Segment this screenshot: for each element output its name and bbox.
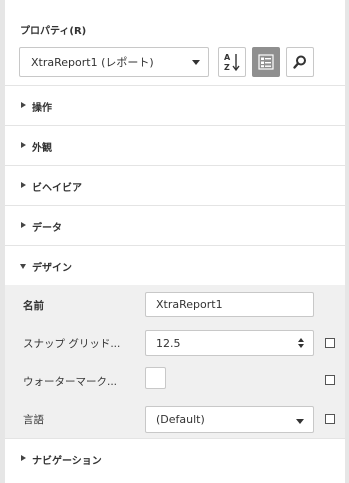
category-navigation[interactable]: ナビゲーション (5, 438, 345, 478)
sort-az-icon: A Z (224, 53, 240, 72)
caret-right-icon (21, 142, 26, 148)
search-icon (293, 55, 306, 69)
category-label: 外観 (32, 143, 52, 154)
report-selector[interactable]: XtraReport1 (レポート) (19, 47, 209, 77)
spin-down-icon[interactable] (298, 344, 304, 348)
properties-panel: プロパティ(R) XtraReport1 (レポート) A Z 操作 外観 ビヘ… (0, 0, 349, 483)
snap-grid-checkbox[interactable] (325, 338, 335, 348)
snap-grid-label: スナップ グリッド... (23, 338, 121, 350)
snap-grid-value: 12.5 (156, 336, 181, 350)
chevron-down-icon (192, 60, 200, 65)
category-behavior[interactable]: ビヘイビア (5, 165, 345, 205)
watermark-editor[interactable] (145, 367, 166, 389)
language-select[interactable]: (Default) (145, 406, 314, 433)
panel-title: プロパティ(R) (20, 26, 87, 37)
name-value: XtraReport1 (156, 298, 223, 311)
watermark-checkbox[interactable] (325, 375, 335, 385)
language-checkbox[interactable] (325, 414, 335, 424)
language-value: (Default) (156, 413, 205, 426)
category-label: 操作 (32, 103, 52, 114)
panel-right-edge (345, 0, 349, 483)
language-label: 言語 (23, 414, 44, 426)
categorized-view-button[interactable] (252, 47, 280, 77)
categorized-view-icon (258, 54, 274, 70)
category-label: デザイン (32, 263, 72, 274)
category-data[interactable]: データ (5, 205, 345, 245)
design-properties: 名前 XtraReport1 スナップ グリッド... 12.5 ウォーターマー… (5, 285, 345, 438)
svg-text:Z: Z (224, 63, 230, 72)
name-label: 名前 (23, 300, 44, 312)
spin-up-icon[interactable] (298, 338, 304, 342)
name-input[interactable]: XtraReport1 (145, 292, 314, 317)
category-design[interactable]: デザイン (5, 245, 345, 285)
caret-right-icon (21, 455, 26, 461)
watermark-label: ウォーターマーク... (23, 376, 118, 388)
snap-grid-stepper[interactable]: 12.5 (145, 330, 314, 356)
sort-alphabetical-button[interactable]: A Z (218, 47, 246, 77)
category-operation[interactable]: 操作 (5, 85, 345, 125)
category-label: ビヘイビア (32, 183, 82, 194)
search-button[interactable] (286, 47, 314, 77)
caret-right-icon (21, 102, 26, 108)
svg-text:A: A (224, 53, 231, 62)
category-label: データ (32, 223, 62, 234)
category-label: ナビゲーション (32, 456, 102, 467)
caret-right-icon (21, 182, 26, 188)
caret-down-icon (20, 264, 26, 269)
chevron-down-icon (296, 419, 304, 424)
report-selector-value: XtraReport1 (レポート) (31, 56, 154, 69)
caret-right-icon (21, 222, 26, 228)
category-appearance[interactable]: 外観 (5, 125, 345, 165)
